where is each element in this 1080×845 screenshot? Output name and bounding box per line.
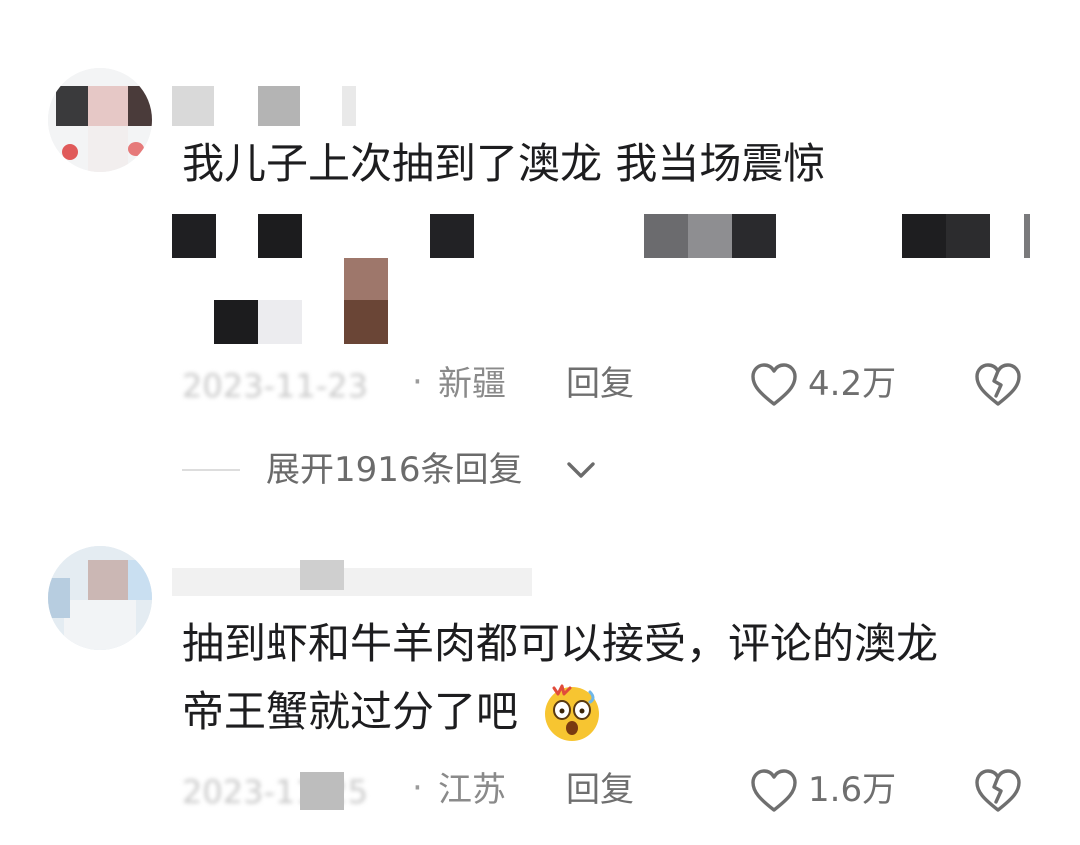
expand-replies-label: 展开1916条回复 — [266, 450, 523, 490]
dislike-button[interactable] — [974, 766, 1022, 814]
heart-outline-icon — [751, 363, 797, 406]
like-button[interactable]: 4.2万 — [750, 360, 930, 410]
chevron-down-icon — [567, 462, 595, 478]
comment-text: 我儿子上次抽到了澳龙 我当场震惊 — [182, 139, 826, 188]
username-redacted[interactable] — [172, 86, 382, 126]
username-redacted[interactable] — [172, 560, 532, 600]
reply-button[interactable]: 回复 — [566, 364, 634, 404]
comment-meta: 2023-11-25 · 江苏 回复 1.6万 — [182, 766, 1042, 816]
meta-separator: · — [412, 362, 423, 402]
comment-meta: 2023-11-23 · 新疆 回复 4.2万 — [182, 360, 1042, 410]
divider — [182, 469, 240, 471]
reply-button[interactable]: 回复 — [566, 770, 634, 810]
redacted-text-line — [172, 214, 1032, 258]
meta-separator: · — [412, 768, 423, 808]
comment-text: 帝王蟹就过分了吧 — [182, 687, 519, 736]
location-label: 江苏 — [438, 770, 506, 810]
redacted-text-line — [214, 300, 394, 344]
broken-heart-icon — [975, 769, 1021, 812]
expand-replies-button[interactable]: 展开1916条回复 — [182, 448, 682, 492]
location-label: 新疆 — [438, 364, 506, 404]
redacted-block — [300, 772, 344, 810]
comment-text: 抽到虾和牛羊肉都可以接受，评论的澳龙 — [182, 619, 939, 668]
like-count: 4.2万 — [808, 364, 897, 404]
avatar[interactable] — [48, 546, 152, 650]
shocked-face-emoji — [540, 680, 600, 741]
redacted-sticker — [344, 258, 388, 300]
comment-list: 我儿子上次抽到了澳龙 我当场震惊 2023-11-23 · 新疆 回复 4.2万… — [0, 0, 1080, 845]
avatar[interactable] — [48, 68, 152, 172]
broken-heart-icon — [975, 363, 1021, 406]
like-button[interactable]: 1.6万 — [750, 766, 930, 816]
like-count: 1.6万 — [808, 770, 897, 810]
heart-outline-icon — [751, 769, 797, 812]
timestamp-redacted: 2023-11-23 — [182, 367, 368, 405]
dislike-button[interactable] — [974, 360, 1022, 408]
